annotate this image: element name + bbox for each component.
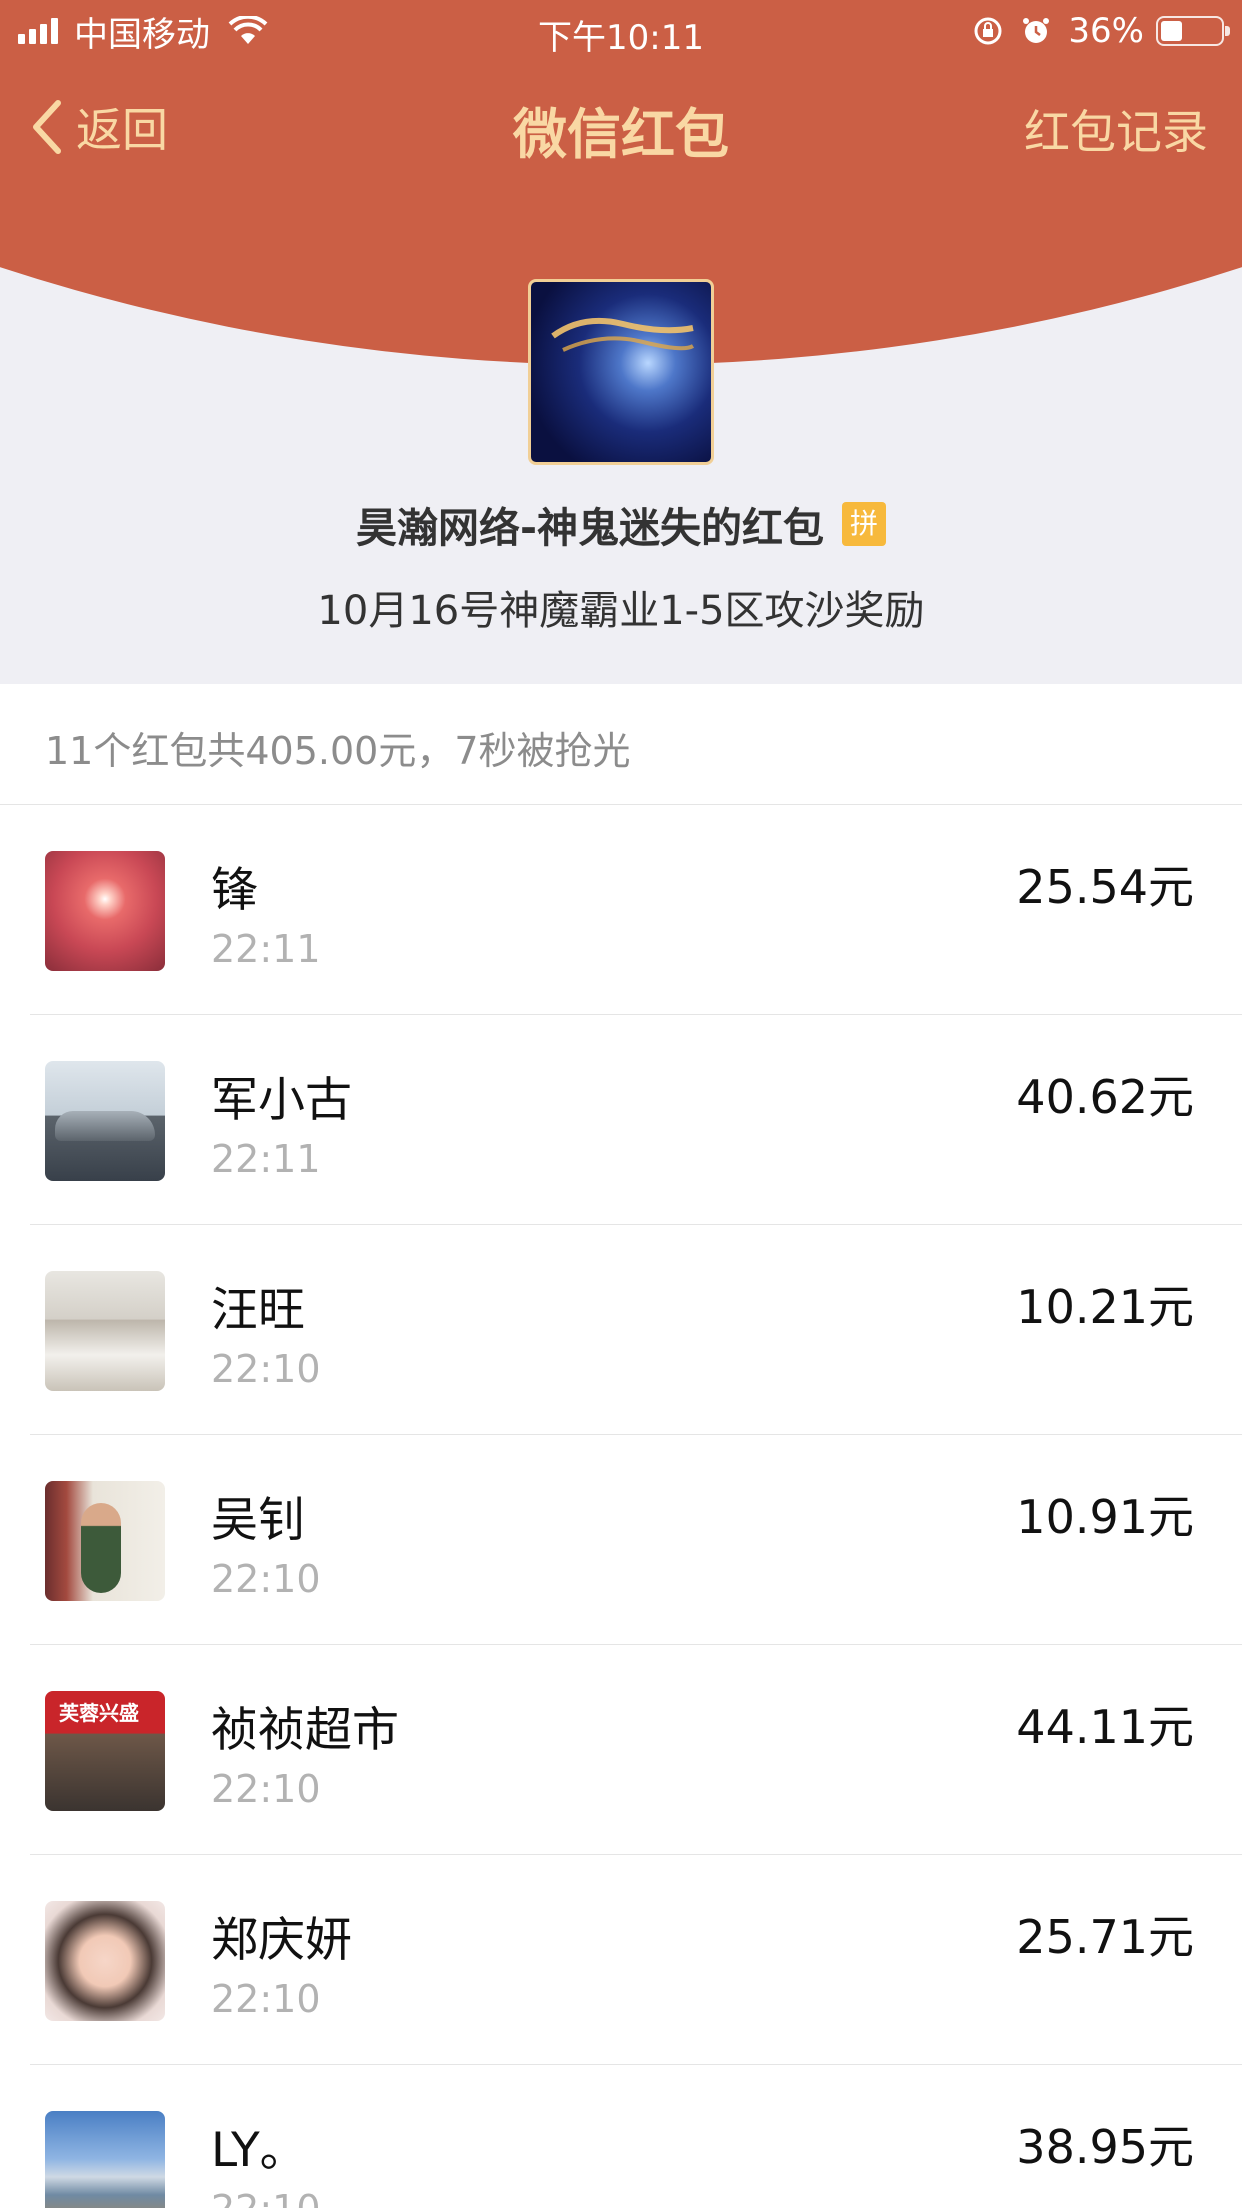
car-avatar[interactable] (45, 1061, 165, 1181)
receive-time: 22:10 (211, 1347, 321, 1391)
sender-line: 昊瀚网络-神鬼迷失的红包 拼 (0, 494, 1242, 554)
list-item[interactable]: 汪旺 22:10 10.21元 (30, 1225, 1242, 1435)
recipient-name: 郑庆妍 (211, 1913, 352, 1968)
list-item[interactable]: 郑庆妍 22:10 25.71元 (30, 1855, 1242, 2065)
receive-time: 22:11 (211, 927, 321, 971)
list-item[interactable]: 锋 22:11 25.54元 (30, 805, 1242, 1015)
receive-time: 22:10 (211, 1977, 321, 2021)
recipient-name: 祯祯超市 (211, 1703, 399, 1758)
amount: 25.54元 (1016, 860, 1194, 914)
recipient-name: 吴钊 (211, 1493, 305, 1548)
list-item[interactable]: 吴钊 22:10 10.91元 (30, 1435, 1242, 1645)
lake-avatar[interactable] (45, 2111, 165, 2208)
summary-bar: 11个红包共405.00元，7秒被抢光 (0, 684, 1242, 805)
amount: 10.21元 (1016, 1280, 1194, 1334)
amount: 25.71元 (1016, 1910, 1194, 1964)
recipient-name: 军小古 (211, 1073, 352, 1128)
records-link[interactable]: 红包记录 (1024, 96, 1208, 162)
receive-time: 22:11 (211, 1137, 321, 1181)
sunset-avatar[interactable] (45, 851, 165, 971)
alarm-icon (1023, 18, 1050, 43)
recipient-name: LY。 (211, 2123, 307, 2178)
amount: 44.11元 (1016, 1700, 1194, 1754)
list-item[interactable]: 军小古 22:11 40.62元 (30, 1015, 1242, 1225)
list-item[interactable]: LY。 22:10 38.95元 (30, 2065, 1242, 2208)
pin-badge: 拼 (842, 502, 886, 546)
receive-time: 22:10 (211, 1557, 321, 1601)
recipient-name: 汪旺 (211, 1283, 305, 1338)
orientation-lock-icon (974, 17, 1002, 45)
summary-text: 11个红包共405.00元，7秒被抢光 (45, 729, 631, 773)
child-avatar[interactable] (45, 1481, 165, 1601)
sender-message: 10月16号神魔霸业1-5区攻沙奖励 (317, 588, 925, 634)
nav-bar: 返回 微信红包 红包记录 (0, 82, 1242, 172)
receive-time: 22:10 (211, 2187, 321, 2208)
game-logo-avatar (551, 317, 695, 352)
amount: 40.62元 (1016, 1070, 1194, 1124)
amount: 38.95元 (1016, 2120, 1194, 2174)
girl-avatar[interactable] (45, 1901, 165, 2021)
shop-sign: 芙蓉兴盛 (59, 1701, 139, 1725)
battery-icon (1156, 16, 1230, 46)
hero-header: 中国移动 下午10:11 36% 返回 微信红包 红包记录 昊瀚网络-神鬼迷失的… (0, 0, 1242, 684)
ceiling-avatar[interactable] (45, 1271, 165, 1391)
recipient-name: 锋 (211, 863, 258, 918)
receive-time: 22:10 (211, 1767, 321, 1811)
status-bar: 中国移动 下午10:11 36% (0, 0, 1242, 62)
battery-percent: 36% (1068, 11, 1144, 51)
sender-name: 昊瀚网络-神鬼迷失的红包 (355, 504, 824, 552)
amount: 10.91元 (1016, 1490, 1194, 1544)
shop-avatar[interactable]: 芙蓉兴盛 (45, 1691, 165, 1811)
record-list: 锋 22:11 25.54元 军小古 22:11 40.62元 汪旺 22:10… (0, 805, 1242, 2208)
sender-avatar[interactable] (528, 279, 714, 465)
list-item[interactable]: 芙蓉兴盛 祯祯超市 22:10 44.11元 (30, 1645, 1242, 1855)
